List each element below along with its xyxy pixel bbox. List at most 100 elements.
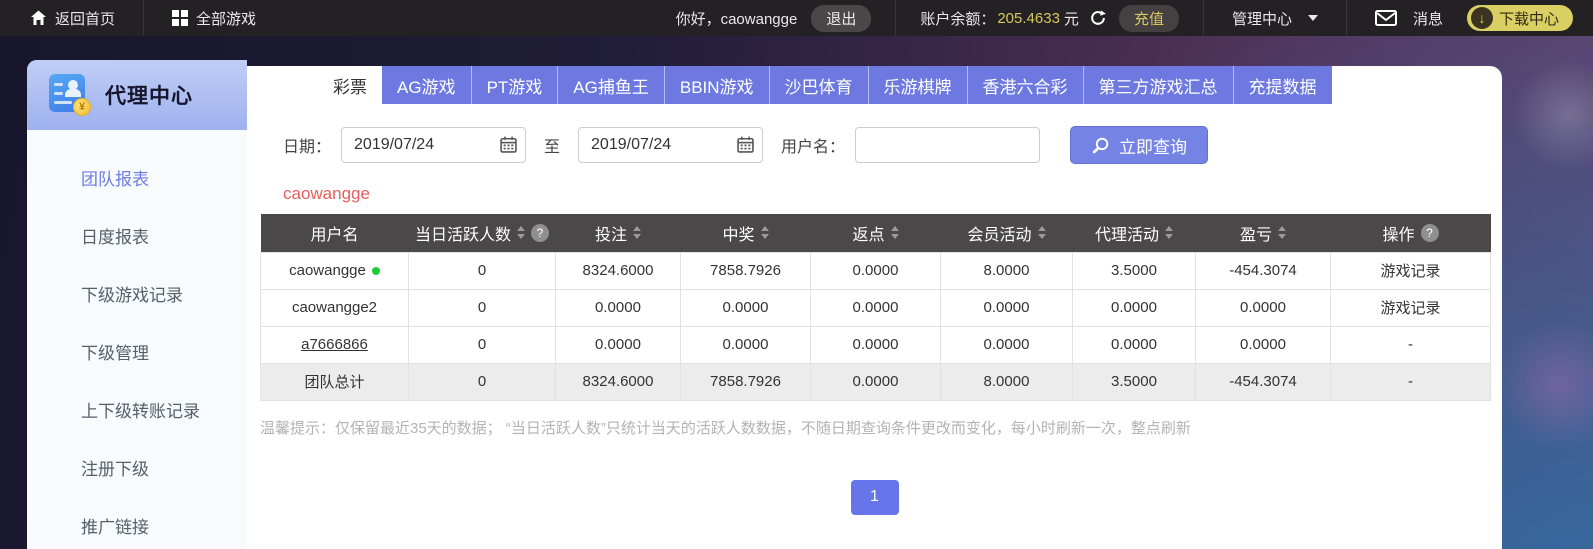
date-to-input[interactable] — [578, 127, 764, 163]
col-win: 中奖 — [680, 214, 811, 252]
home-icon — [30, 10, 47, 26]
sidebar-item-transfer-records[interactable]: 上下级转账记录 — [27, 380, 247, 438]
sidebar-item-promo-links[interactable]: 推广链接 — [27, 496, 247, 549]
col-bet: 投注 — [555, 214, 681, 252]
sidebar: ¥ 代理中心 团队报表 日度报表 下级游戏记录 下级管理 上下级转账记录 注册下… — [27, 60, 247, 549]
sort-control[interactable] — [1165, 226, 1173, 240]
game-records-link[interactable]: 游戏记录 — [1380, 300, 1440, 317]
cell-username: 团队总计 — [260, 362, 409, 401]
tip-note: 温馨提示：仅保留最近35天的数据； “当日活跃人数”只统计当天的活跃人数数据，不… — [260, 419, 1191, 437]
page-button-1[interactable]: 1 — [850, 479, 899, 515]
recharge-button[interactable]: 充值 — [1118, 4, 1179, 32]
table-row: a7666866 0 0.0000 0.0000 0.0000 0.0000 0… — [260, 325, 1491, 364]
download-center-label: 下载中心 — [1498, 10, 1559, 28]
sort-control[interactable] — [890, 226, 899, 240]
col-member-activity: 会员活动 — [940, 214, 1073, 252]
to-label: 至 — [544, 139, 561, 156]
logout-button[interactable]: 退出 — [811, 4, 872, 32]
col-profit: 盈亏 — [1195, 214, 1331, 252]
home-label: 返回首页 — [55, 10, 116, 28]
tab-saba-sports[interactable]: 沙巴体育 — [769, 66, 869, 104]
tab-third-party-summary[interactable]: 第三方游戏汇总 — [1083, 66, 1234, 104]
topbar-divider — [1202, 0, 1204, 36]
search-button[interactable]: 立即查询 — [1070, 126, 1209, 164]
sub-agent-link[interactable]: a7666866 — [301, 336, 368, 353]
all-games-link[interactable]: 全部游戏 — [168, 8, 260, 29]
messages-link[interactable]: 消息 — [1371, 8, 1447, 29]
sidebar-item-daily-report[interactable]: 日度报表 — [27, 206, 247, 264]
tab-leyou-chess[interactable]: 乐游棋牌 — [868, 66, 968, 104]
help-icon[interactable]: ? — [531, 223, 549, 242]
table-row: caowangge2 0 0.0000 0.0000 0.0000 0.0000… — [260, 288, 1491, 327]
sort-control[interactable] — [633, 226, 641, 240]
sort-control[interactable] — [1278, 226, 1286, 240]
tab-ag-fishing[interactable]: AG捕鱼王 — [558, 66, 665, 104]
home-link[interactable]: 返回首页 — [26, 8, 119, 29]
sort-control[interactable] — [1037, 226, 1046, 240]
topbar-divider — [1345, 0, 1347, 36]
sidebar-item-sub-management[interactable]: 下级管理 — [27, 322, 247, 380]
date-label: 日期： — [283, 139, 332, 156]
sort-control[interactable] — [760, 226, 769, 240]
filter-bar: 日期： 至 用户名： 立即查询 — [283, 126, 1502, 164]
tab-pt-games[interactable]: PT游戏 — [471, 66, 559, 104]
sidebar-title: 代理中心 — [105, 85, 193, 108]
cell-username: caowangge2 — [260, 288, 409, 327]
pagination: 1 — [247, 479, 1502, 515]
cell-username: a7666866 — [260, 325, 409, 364]
sidebar-header: ¥ 代理中心 — [27, 60, 247, 130]
table-total-row: 团队总计 0 8324.6000 7858.7926 0.0000 8.0000… — [260, 362, 1491, 401]
download-center-button[interactable]: ↓ 下载中心 — [1466, 5, 1573, 31]
messages-label: 消息 — [1412, 10, 1443, 28]
online-dot — [371, 267, 380, 276]
balance-value: 205.4633 — [997, 9, 1060, 27]
sidebar-item-team-report[interactable]: 团队报表 — [27, 148, 247, 206]
game-tabs: 彩票 AG游戏 PT游戏 AG捕鱼王 BBIN游戏 沙巴体育 乐游棋牌 香港六合… — [247, 66, 1502, 104]
all-games-label: 全部游戏 — [196, 10, 257, 28]
tab-ag-games[interactable]: AG游戏 — [382, 66, 472, 104]
sort-control[interactable] — [517, 226, 525, 240]
username-input[interactable] — [855, 127, 1041, 163]
agent-center-screen: 返回首页 全部游戏 你好，caowangge 退出 账户余额： 205.4633… — [0, 0, 1593, 549]
calendar-icon[interactable] — [500, 136, 517, 153]
balance-unit: 元 — [1063, 10, 1079, 28]
tab-hk-mark6[interactable]: 香港六合彩 — [967, 66, 1084, 104]
calendar-icon[interactable] — [737, 136, 754, 153]
help-icon[interactable]: ? — [1420, 223, 1439, 242]
tab-deposit-withdraw-data[interactable]: 充提数据 — [1233, 66, 1332, 104]
tab-lottery[interactable]: 彩票 — [318, 66, 382, 104]
tab-bbin-games[interactable]: BBIN游戏 — [664, 66, 770, 104]
sidebar-item-sub-game-records[interactable]: 下级游戏记录 — [27, 264, 247, 322]
grid-icon — [172, 10, 189, 26]
date-from-input[interactable] — [341, 127, 527, 163]
balance-label: 账户余额： — [920, 10, 996, 28]
topbar: 返回首页 全部游戏 你好，caowangge 退出 账户余额： 205.4633… — [0, 0, 1593, 36]
table-header-row: 用户名 当日活跃人数? 投注 中奖 返点 会员活动 代理活动 盈亏 操作? — [260, 214, 1491, 252]
col-action: 操作? — [1330, 214, 1491, 252]
col-agent-activity: 代理活动 — [1072, 214, 1196, 252]
search-button-label: 立即查询 — [1119, 137, 1188, 157]
search-icon — [1091, 136, 1110, 155]
main-panel: 彩票 AG游戏 PT游戏 AG捕鱼王 BBIN游戏 沙巴体育 乐游棋牌 香港六合… — [247, 66, 1502, 549]
admin-center-label: 管理中心 — [1231, 10, 1292, 28]
game-records-link[interactable]: 游戏记录 — [1380, 263, 1440, 280]
refresh-balance-icon[interactable] — [1089, 9, 1107, 27]
col-active-count: 当日活跃人数? — [408, 214, 556, 252]
current-agent-name: caowangge — [283, 184, 370, 203]
greeting-text: 你好，caowangge — [675, 10, 798, 28]
cell-username: caowangge — [260, 251, 409, 290]
sidebar-nav: 团队报表 日度报表 下级游戏记录 下级管理 上下级转账记录 注册下级 推广链接 — [27, 130, 247, 549]
agent-center-icon: ¥ — [49, 74, 91, 116]
col-rebate: 返点 — [810, 214, 941, 252]
topbar-divider — [143, 0, 145, 36]
download-icon: ↓ — [1470, 7, 1493, 29]
envelope-icon — [1374, 10, 1397, 26]
team-report-table: 用户名 当日活跃人数? 投注 中奖 返点 会员活动 代理活动 盈亏 操作? ca… — [260, 214, 1491, 401]
chevron-down-icon — [1307, 15, 1318, 21]
col-username: 用户名 — [260, 214, 409, 252]
sidebar-item-register-sub[interactable]: 注册下级 — [27, 438, 247, 496]
table-row: caowangge 0 8324.6000 7858.7926 0.0000 8… — [260, 251, 1491, 290]
topbar-divider — [895, 0, 897, 36]
admin-center-menu[interactable]: 管理中心 — [1228, 8, 1322, 29]
username-label: 用户名： — [781, 139, 846, 156]
